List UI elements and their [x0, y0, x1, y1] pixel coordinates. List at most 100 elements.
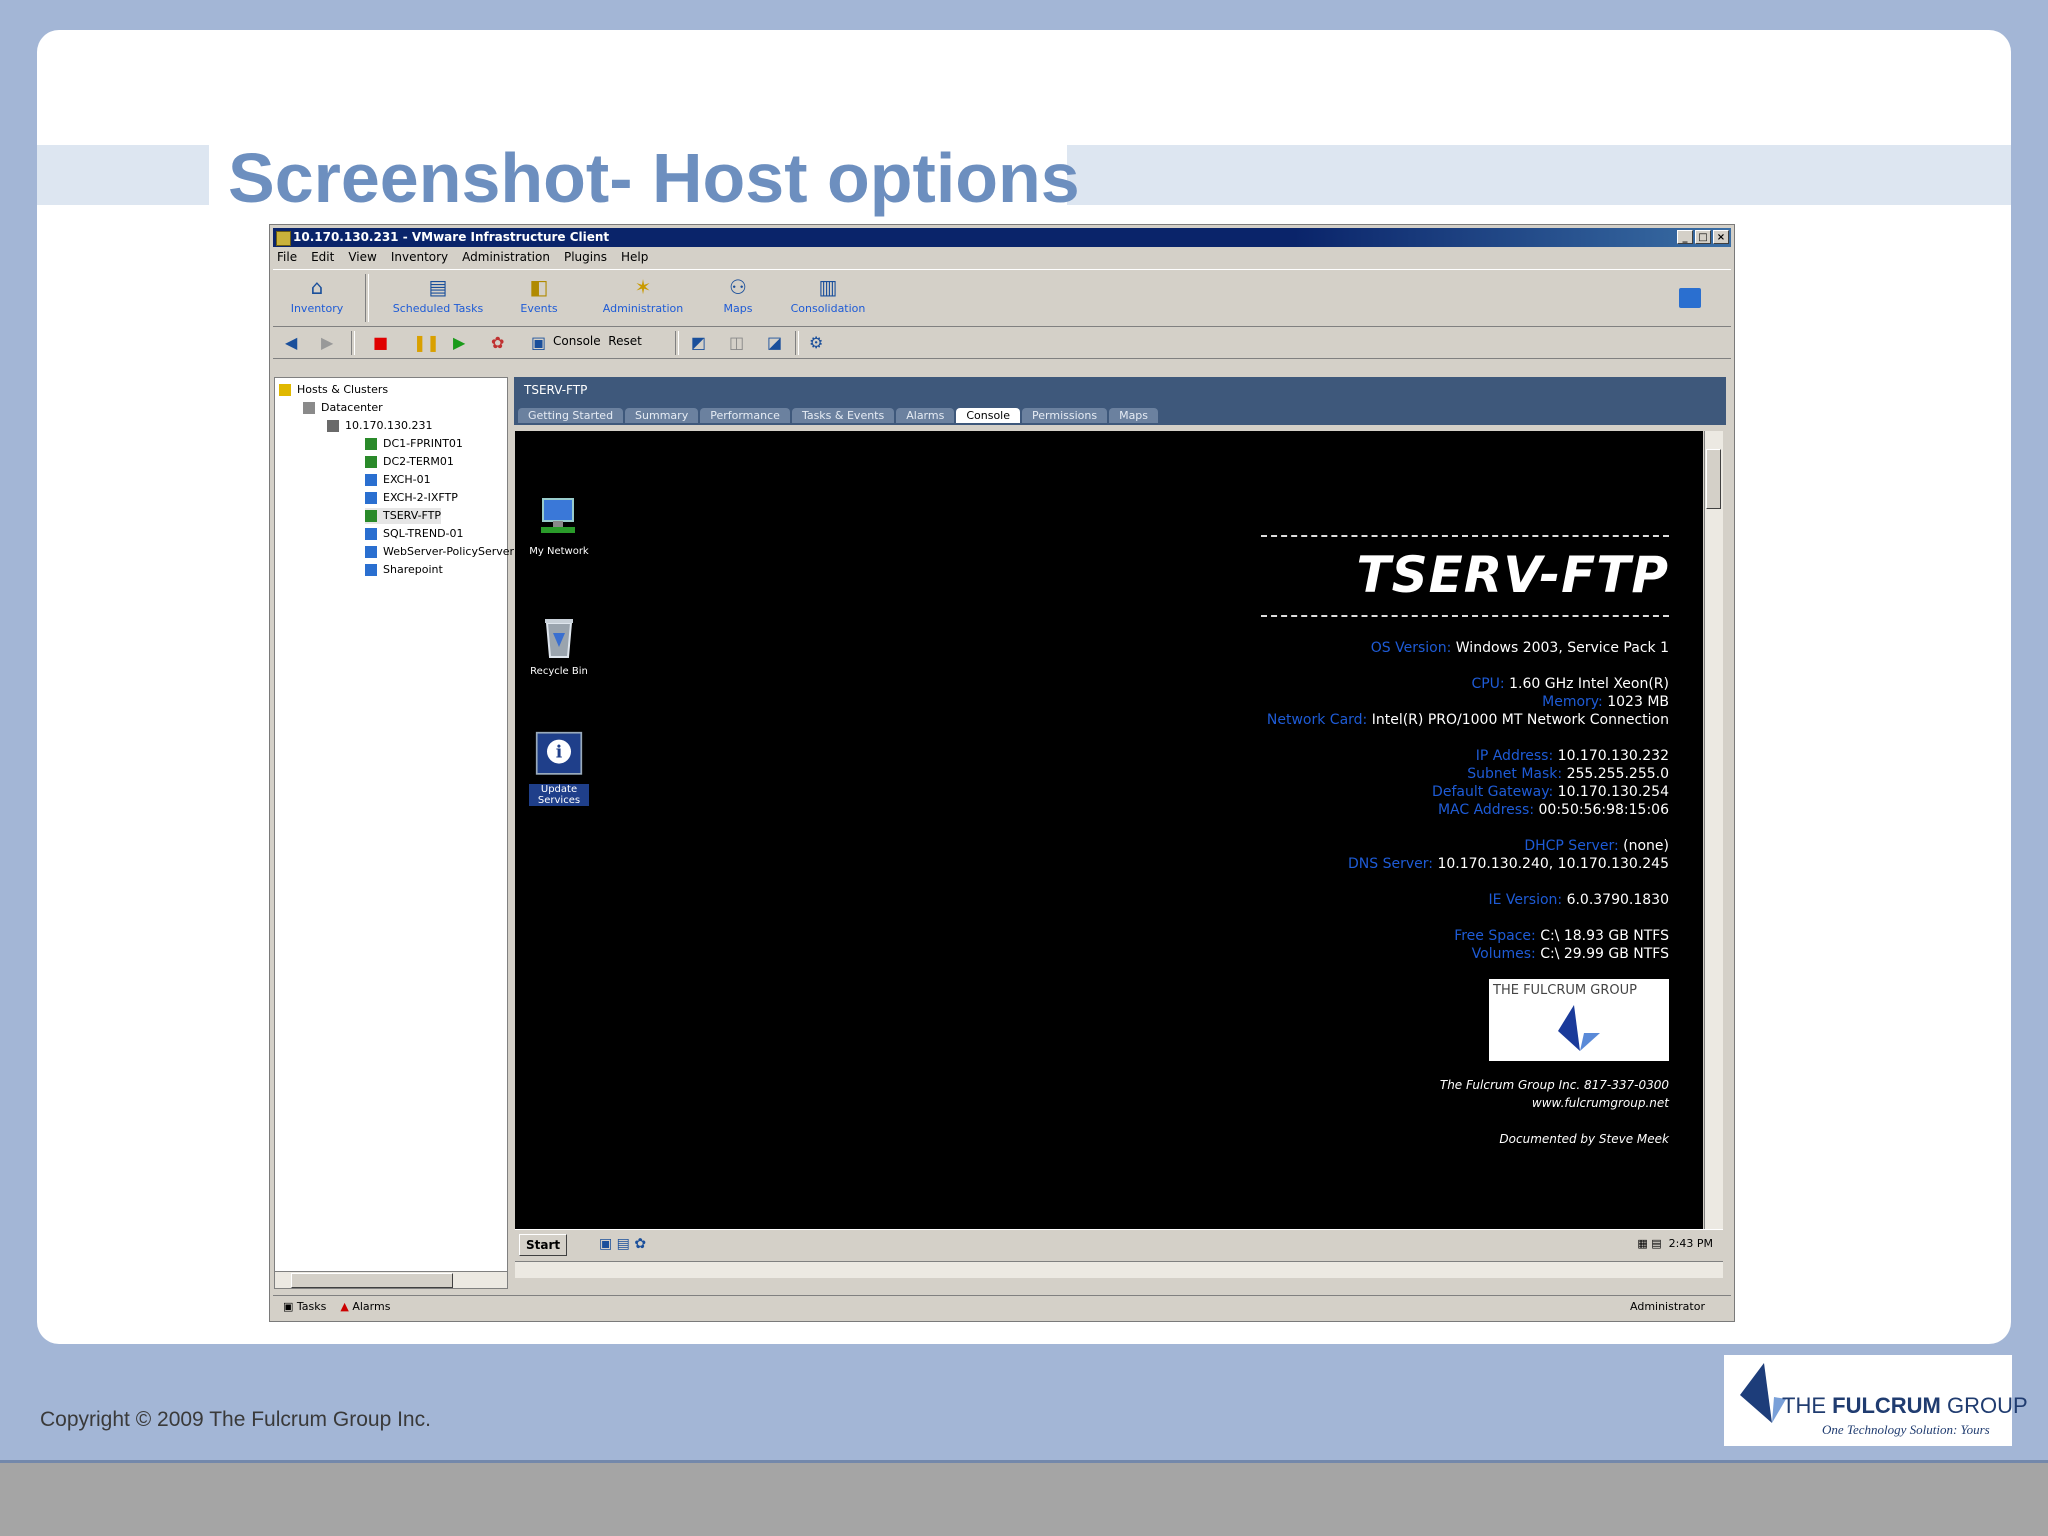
bginfo-documented-by: Documented by Steve Meek [1499, 1132, 1669, 1146]
maps-icon: ⚇ [729, 275, 747, 299]
vm-console[interactable]: My Network Recycle Bin i Update Services [515, 431, 1703, 1229]
brand-tagline: One Technology Solution: Yours [1822, 1422, 1990, 1437]
events-button[interactable]: ◧ Events [509, 276, 569, 315]
menu-view[interactable]: View [348, 248, 376, 266]
alarms-status[interactable]: ▲ Alarms [340, 1300, 390, 1313]
app-icon [276, 231, 291, 246]
menu-bar: File Edit View Inventory Administration … [273, 248, 1731, 266]
bginfo-line: DHCP Server: (none) [1524, 838, 1669, 854]
tab-getting-started[interactable]: Getting Started [518, 408, 624, 423]
maximize-button[interactable]: □ [1695, 230, 1711, 244]
inventory-icon: ⌂ [310, 275, 324, 299]
tree-item[interactable]: DC1-FPRINT01 [365, 436, 463, 452]
bginfo-line: Subnet Mask: 255.255.255.0 [1467, 766, 1669, 782]
guest-taskbar: Start ▣ ▤ ✿ ▦ ▤ 2:43 PM [515, 1229, 1723, 1260]
tab-performance[interactable]: Performance [700, 408, 790, 423]
revert-icon[interactable]: ◫ [729, 332, 744, 354]
bginfo-website: www.fulcrumgroup.net [1531, 1096, 1669, 1110]
vm-tabs: Getting Started Summary Performance Task… [518, 408, 1159, 423]
administration-button[interactable]: ✶ Administration [593, 276, 693, 315]
tree-item[interactable]: EXCH-01 [365, 472, 431, 488]
tasks-status[interactable]: ▣ Tasks [283, 1300, 326, 1313]
desktop-icon-update-services[interactable]: i Update Services [529, 731, 589, 806]
consolidation-button[interactable]: ▥ Consolidation [783, 276, 873, 315]
tab-maps[interactable]: Maps [1109, 408, 1159, 423]
status-user: Administrator [1630, 1300, 1705, 1313]
console-reset-label[interactable]: Console Reset [553, 334, 642, 348]
window-titlebar: 10.170.130.231 - VMware Infrastructure C… [273, 228, 1731, 247]
save-icon[interactable]: ▣ [531, 332, 546, 354]
info-shortcut-icon: i [535, 731, 583, 775]
copyright: Copyright © 2009 The Fulcrum Group Inc. [40, 1408, 431, 1431]
bginfo-line: Default Gateway: 10.170.130.254 [1432, 784, 1669, 800]
forward-icon[interactable]: ▶ [321, 332, 333, 354]
bginfo-line: Network Card: Intel(R) PRO/1000 MT Netwo… [1266, 712, 1669, 728]
recycle-bin-icon [545, 619, 573, 658]
fulcrum-logo-icon [1558, 1005, 1600, 1051]
maps-button[interactable]: ⚇ Maps [713, 276, 763, 315]
manage-snapshots-icon[interactable]: ◪ [767, 332, 782, 354]
desktop-icon-recycle-bin[interactable]: Recycle Bin [529, 613, 589, 677]
window-title: 10.170.130.231 - VMware Infrastructure C… [293, 230, 610, 244]
bginfo-company: The Fulcrum Group Inc. 817-337-0300 [1439, 1078, 1669, 1092]
tree-scrollbar[interactable] [275, 1271, 507, 1288]
bginfo-line: MAC Address: 00:50:56:98:15:06 [1437, 802, 1669, 818]
console-scrollbar[interactable] [1704, 431, 1723, 1229]
tree-item[interactable]: 10.170.130.231 [327, 418, 432, 434]
scheduled-tasks-button[interactable]: ▤ Scheduled Tasks [383, 276, 493, 315]
tree-item[interactable]: Sharepoint [365, 562, 443, 578]
inventory-button[interactable]: ⌂ Inventory [287, 276, 347, 315]
quicklaunch-icons[interactable]: ▣ ▤ ✿ [599, 1236, 646, 1252]
svg-text:i: i [556, 743, 563, 763]
tree-item[interactable]: EXCH-2-IXFTP [365, 490, 458, 506]
network-computer-icon [541, 498, 575, 533]
main-toolbar: ⌂ Inventory ▤ Scheduled Tasks ◧ Events ✶… [273, 269, 1731, 327]
bginfo-line: IP Address: 10.170.130.232 [1475, 748, 1669, 764]
suspend-icon[interactable]: ❚❚ [413, 332, 440, 354]
tab-summary[interactable]: Summary [625, 408, 699, 423]
menu-edit[interactable]: Edit [311, 248, 334, 266]
minimize-button[interactable]: _ [1677, 230, 1693, 244]
tree-item[interactable]: SQL-TREND-01 [365, 526, 464, 542]
system-tray: ▦ ▤ 2:43 PM [1637, 1237, 1713, 1250]
menu-help[interactable]: Help [621, 248, 648, 266]
bginfo-line: CPU: 1.60 GHz Intel Xeon(R) [1471, 676, 1669, 692]
tree-item[interactable]: Hosts & Clusters [279, 382, 388, 398]
vm-panel-header: TSERV-FTP Getting Started Summary Perfor… [514, 377, 1726, 425]
migrate-icon[interactable]: ⚙ [809, 332, 823, 354]
tree-item[interactable]: DC2-TERM01 [365, 454, 454, 470]
bginfo-line: OS Version: Windows 2003, Service Pack 1 [1370, 640, 1669, 656]
bginfo-line: DNS Server: 10.170.130.240, 10.170.130.2… [1348, 856, 1669, 872]
menu-inventory[interactable]: Inventory [391, 248, 448, 266]
power-on-icon[interactable]: ▶ [453, 332, 465, 354]
back-icon[interactable]: ◀ [285, 332, 297, 354]
tab-permissions[interactable]: Permissions [1022, 408, 1108, 423]
bginfo-line: Volumes: C:\ 29.99 GB NTFS [1471, 946, 1669, 962]
tree-item[interactable]: WebServer-PolicyServer [365, 544, 514, 560]
tray-clock: 2:43 PM [1668, 1237, 1713, 1250]
reset-icon[interactable]: ✿ [491, 332, 504, 354]
events-icon: ◧ [529, 275, 549, 299]
power-off-icon[interactable]: ■ [373, 332, 388, 354]
desktop-icon-network[interactable]: My Network [529, 493, 589, 557]
bginfo-hostname: TSERV-FTP [1356, 546, 1669, 604]
plugin-icon[interactable] [1679, 288, 1701, 308]
bginfo-panel: TSERV-FTP OS Version: Windows 2003, Serv… [1149, 535, 1669, 1148]
close-button[interactable]: × [1713, 230, 1729, 244]
brand-logo: THE FULCRUM GROUP One Technology Solutio… [1724, 1355, 2028, 1446]
bginfo-line: Free Space: C:\ 18.93 GB NTFS [1454, 928, 1669, 944]
tree-item[interactable]: Datacenter [303, 400, 383, 416]
menu-file[interactable]: File [277, 248, 297, 266]
menu-plugins[interactable]: Plugins [564, 248, 607, 266]
tree-item[interactable]: TSERV-FTP [365, 508, 442, 524]
tab-console[interactable]: Console [956, 408, 1021, 423]
snapshot-icon[interactable]: ◩ [691, 332, 706, 354]
tab-tasks-events[interactable]: Tasks & Events [791, 408, 895, 423]
menu-administration[interactable]: Administration [462, 248, 550, 266]
bginfo-line: IE Version: 6.0.3790.1830 [1488, 892, 1669, 908]
administration-icon: ✶ [634, 275, 652, 299]
start-button[interactable]: Start [519, 1234, 568, 1256]
console-hscrollbar[interactable] [515, 1261, 1723, 1278]
tab-alarms[interactable]: Alarms [896, 408, 955, 423]
action-toolbar: ◀ ▶ ■ ❚❚ ▶ ✿ ▣ Console Reset ◩ ◫ ◪ ⚙ [273, 328, 1731, 359]
